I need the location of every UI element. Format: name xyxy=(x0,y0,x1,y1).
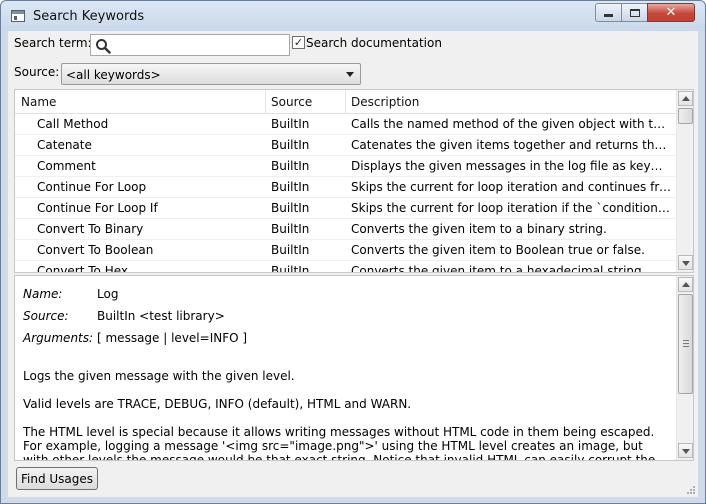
table-row[interactable]: Catenate BuiltIn Catenates the given items… xyxy=(15,135,677,156)
keyword-description-cell: Skips the current for loop iteration if … xyxy=(351,201,671,215)
scroll-down-button[interactable] xyxy=(678,255,693,270)
arrow-up-icon xyxy=(682,282,690,287)
minimize-icon xyxy=(604,13,613,17)
chevron-down-icon xyxy=(346,72,354,77)
scroll-down-button[interactable] xyxy=(678,443,693,458)
search-input[interactable] xyxy=(115,37,287,53)
keyword-source-cell: BuiltIn xyxy=(271,243,310,257)
search-documentation-checkbox[interactable]: ✓ xyxy=(292,36,305,49)
keyword-name-cell: Convert To Binary xyxy=(37,222,144,236)
detail-arguments-label: Arguments: xyxy=(23,331,94,345)
detail-arguments-value: [ message | level=INFO ] xyxy=(97,331,248,345)
table-row[interactable]: Continue For Loop BuiltIn Skips the curren… xyxy=(15,177,677,198)
keyword-description-cell: Calls the named method of the given obje… xyxy=(351,117,671,131)
detail-source-label: Source: xyxy=(23,309,69,323)
table-body: Call Method BuiltIn Calls the named method… xyxy=(15,114,677,273)
detail-source-value: BuiltIn <test library> xyxy=(97,309,225,323)
keyword-name-cell: Convert To Hex xyxy=(37,264,129,273)
keyword-name-cell: Call Method xyxy=(37,117,109,131)
keyword-name-cell: Continue For Loop xyxy=(37,180,147,194)
close-button[interactable]: ✕ xyxy=(647,3,695,22)
source-select[interactable]: <all keywords> xyxy=(61,63,361,85)
column-divider[interactable] xyxy=(265,90,266,113)
keyword-description-cell: Displays the given messages in the log f… xyxy=(351,159,671,173)
search-documentation-label[interactable]: Search documentation xyxy=(306,36,442,50)
keyword-description-cell: Converts the given item to a hexadecimal… xyxy=(351,264,646,273)
detail-name-value: Log xyxy=(97,287,119,301)
keyword-description-cell: Converts the given item to a binary stri… xyxy=(351,222,607,236)
documentation-scrollbar[interactable] xyxy=(676,276,693,460)
app-icon xyxy=(11,10,25,22)
dialog-content: Search term: ✓ Search documentation Sour… xyxy=(8,31,698,497)
scroll-thumb[interactable] xyxy=(678,294,693,394)
documentation-paragraph: Valid levels are TRACE, DEBUG, INFO (def… xyxy=(23,397,412,411)
keyword-source-cell: BuiltIn xyxy=(271,264,310,273)
keyword-description-cell: Converts the given item to Boolean true … xyxy=(351,243,645,257)
table-header: Name Source Description xyxy=(15,90,677,114)
close-icon: ✕ xyxy=(665,5,677,20)
table-row[interactable]: Call Method BuiltIn Calls the named method… xyxy=(15,114,677,135)
keyword-source-cell: BuiltIn xyxy=(271,159,310,173)
scroll-up-button[interactable] xyxy=(678,91,693,106)
keyword-documentation-panel: Name: Log Source: BuiltIn <test library>… xyxy=(14,275,694,461)
arrow-up-icon xyxy=(682,96,690,101)
arrow-down-icon xyxy=(682,449,690,454)
table-row[interactable]: Comment BuiltIn Displays the given message… xyxy=(15,156,677,177)
checkmark-icon: ✓ xyxy=(293,36,304,49)
thumb-grip xyxy=(683,343,689,344)
thumb-grip xyxy=(683,340,689,341)
keyword-name-cell: Continue For Loop If xyxy=(37,201,158,215)
documentation-content: Name: Log Source: BuiltIn <test library>… xyxy=(15,276,677,461)
arrow-down-icon xyxy=(682,261,690,266)
detail-name-label: Name: xyxy=(23,287,63,301)
thumb-grip xyxy=(683,346,689,347)
scroll-thumb[interactable] xyxy=(678,108,693,124)
keyword-source-cell: BuiltIn xyxy=(271,222,310,236)
keyword-name-cell: Comment xyxy=(37,159,96,173)
search-field[interactable] xyxy=(90,34,290,56)
table-row[interactable]: Convert To Binary BuiltIn Converts the giv… xyxy=(15,219,677,240)
source-select-value: <all keywords> xyxy=(66,68,161,82)
maximize-icon xyxy=(629,8,640,17)
scroll-up-button[interactable] xyxy=(678,277,693,292)
window-title: Search Keywords xyxy=(33,9,145,24)
minimize-button[interactable] xyxy=(595,3,622,22)
table-row[interactable]: Convert To Hex BuiltIn Converts the given … xyxy=(15,261,677,273)
search-icon xyxy=(96,39,111,54)
keyword-description-cell: Skips the current for loop iteration and… xyxy=(351,180,671,194)
keyword-source-cell: BuiltIn xyxy=(271,138,310,152)
table-row[interactable]: Continue For Loop If BuiltIn Skips the cur… xyxy=(15,198,677,219)
column-header-name[interactable]: Name xyxy=(21,95,56,109)
find-usages-button[interactable]: Find Usages xyxy=(16,467,98,490)
column-header-source[interactable]: Source xyxy=(271,95,312,109)
keywords-table: Name Source Description Call Method Built… xyxy=(14,89,694,273)
table-row[interactable]: Convert To Boolean BuiltIn Converts the gi… xyxy=(15,240,677,261)
title-bar[interactable]: Search Keywords ✕ xyxy=(1,1,705,31)
column-header-description[interactable]: Description xyxy=(351,95,419,109)
keyword-source-cell: BuiltIn xyxy=(271,117,310,131)
keyword-description-cell: Catenates the given items together and r… xyxy=(351,138,671,152)
documentation-paragraph: The HTML level is special because it all… xyxy=(23,425,656,461)
search-keywords-window: Search Keywords ✕ Search term: ✓ Search … xyxy=(0,0,706,504)
table-scrollbar[interactable] xyxy=(676,90,693,272)
search-term-label: Search term: xyxy=(14,36,92,50)
keyword-name-cell: Catenate xyxy=(37,138,92,152)
maximize-button[interactable] xyxy=(621,3,648,22)
keyword-name-cell: Convert To Boolean xyxy=(37,243,154,257)
keyword-source-cell: BuiltIn xyxy=(271,201,310,215)
resize-grip-icon[interactable] xyxy=(686,485,696,495)
source-label: Source: xyxy=(14,65,60,79)
keyword-source-cell: BuiltIn xyxy=(271,180,310,194)
column-divider[interactable] xyxy=(345,90,346,113)
documentation-paragraph: Logs the given message with the given le… xyxy=(23,369,295,383)
